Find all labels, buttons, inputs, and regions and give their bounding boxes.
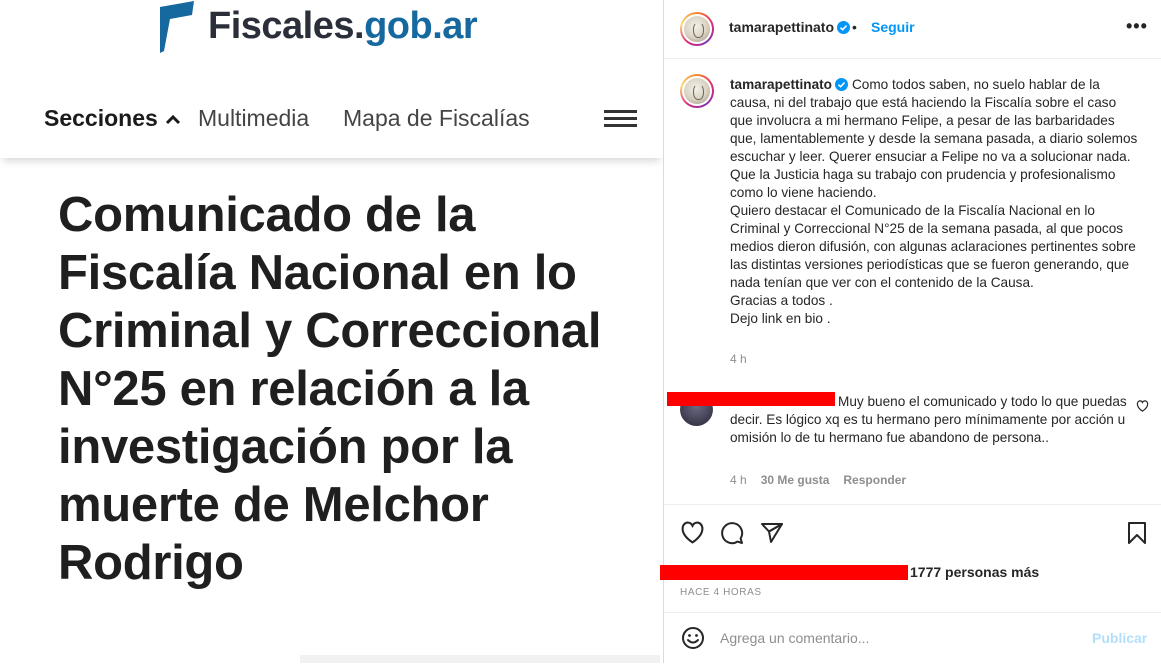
heart-icon[interactable]: [680, 521, 705, 544]
caption-text: Como todos saben, no suelo hablar de la …: [730, 77, 1138, 326]
nav-multimedia[interactable]: Multimedia: [198, 105, 309, 131]
bookmark-icon[interactable]: [1127, 521, 1147, 545]
fiscales-logo-icon: [160, 1, 194, 53]
verified-badge-icon: [834, 78, 848, 91]
more-options-icon[interactable]: •••: [1126, 17, 1148, 35]
comment-time[interactable]: 4 h: [730, 473, 747, 487]
hamburger-menu-icon[interactable]: [604, 110, 637, 128]
share-icon[interactable]: [760, 521, 784, 545]
nav-sections[interactable]: Secciones: [44, 105, 181, 131]
header-username[interactable]: tamarapettinato: [729, 19, 851, 35]
redaction-bar: [660, 565, 908, 580]
comment-meta: 4 h 30 Me gusta Responder: [730, 473, 906, 487]
post-actions: [664, 504, 1161, 561]
fiscales-page: Fiscales.gob.ar Secciones Multimedia Map…: [0, 0, 663, 663]
emoji-icon[interactable]: [681, 626, 705, 650]
chevron-up-icon: [165, 114, 180, 124]
post-time-ago[interactable]: HACE 4 HORAS: [680, 587, 762, 598]
site-brand[interactable]: Fiscales.gob.ar: [158, 0, 478, 56]
post-header: tamarapettinato • Seguir •••: [664, 0, 1161, 59]
comment-like-heart-icon[interactable]: [1136, 400, 1149, 412]
caption-timestamp[interactable]: 4 h: [730, 352, 747, 366]
reply-button[interactable]: Responder: [843, 473, 906, 487]
follow-button[interactable]: Seguir: [871, 19, 915, 35]
caption-username[interactable]: tamarapettinato: [730, 77, 832, 92]
likes-count[interactable]: 1777 personas más: [910, 564, 1039, 580]
nav-sections-label: Secciones: [44, 105, 158, 131]
redaction-bar: [667, 392, 835, 406]
site-title: Fiscales.gob.ar: [208, 5, 478, 47]
post-caption: tamarapettinato Como todos saben, no suel…: [730, 76, 1140, 328]
comment-input[interactable]: Agrega un comentario...: [720, 630, 869, 646]
caption-avatar[interactable]: [680, 74, 714, 108]
article-headline: Comunicado de la Fiscalía Nacional en lo…: [58, 188, 602, 590]
comment-icon[interactable]: [720, 521, 744, 545]
page-divider: [300, 655, 660, 663]
author-avatar[interactable]: [680, 12, 714, 46]
site-navbar: Secciones Multimedia Mapa de Fiscalías: [0, 72, 663, 158]
nav-mapa-fiscalias[interactable]: Mapa de Fiscalías: [343, 105, 530, 131]
post-comment-button[interactable]: Publicar: [1092, 630, 1147, 646]
header-separator: •: [852, 19, 857, 35]
verified-badge-icon: [837, 20, 851, 34]
add-comment-bar: Agrega un comentario... Publicar: [664, 612, 1161, 664]
comment-likes[interactable]: 30 Me gusta: [761, 473, 830, 487]
instagram-post-panel: tamarapettinato • Seguir ••• tamarapetti…: [660, 0, 1161, 664]
